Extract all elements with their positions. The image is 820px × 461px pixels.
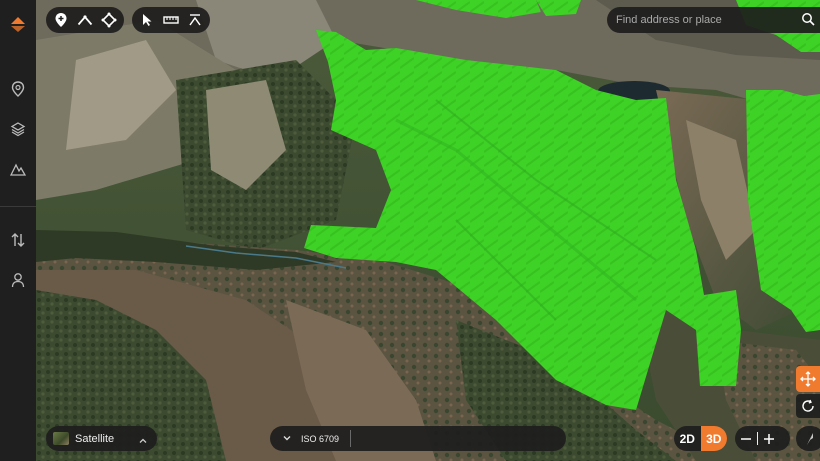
- view-mode-toggle: 2D 3D: [674, 426, 727, 451]
- terrain-icon[interactable]: [0, 155, 36, 183]
- location-pin-icon[interactable]: [0, 75, 36, 103]
- user-icon[interactable]: [0, 266, 36, 294]
- logo-icon[interactable]: [0, 10, 36, 38]
- search-input[interactable]: [616, 14, 796, 26]
- rotate-icon: [802, 399, 814, 412]
- view-2d-button[interactable]: 2D: [674, 426, 701, 451]
- chevron-down-icon[interactable]: [282, 430, 292, 448]
- pan-icon: [800, 371, 816, 387]
- layers-icon[interactable]: [0, 115, 36, 143]
- compass-icon: [807, 432, 813, 445]
- basemap-label: Satellite: [75, 432, 115, 445]
- pan-button[interactable]: [796, 366, 820, 392]
- sidebar: [0, 0, 36, 461]
- rotate-button[interactable]: [796, 394, 820, 418]
- elevation-profile-icon[interactable]: [183, 8, 207, 32]
- compass-button[interactable]: [796, 426, 820, 451]
- search-icon[interactable]: [801, 12, 815, 31]
- sidebar-divider: [0, 206, 36, 207]
- zoom-controls: [735, 426, 790, 451]
- draw-toolbar: [46, 7, 124, 33]
- basemap-thumbnail: [53, 432, 69, 445]
- map-view[interactable]: [36, 0, 820, 461]
- add-marker-icon[interactable]: [49, 8, 73, 32]
- transfer-icon[interactable]: [0, 226, 36, 254]
- draw-shape-icon[interactable]: [97, 8, 121, 32]
- chevron-up-icon: [138, 433, 148, 451]
- draw-line-icon[interactable]: [73, 8, 97, 32]
- layer-bar-divider: [350, 430, 352, 447]
- zoom-in-icon[interactable]: [758, 426, 780, 451]
- search-bar: [607, 7, 820, 33]
- basemap-selector[interactable]: Satellite: [46, 426, 157, 451]
- select-cursor-icon[interactable]: [135, 8, 159, 32]
- view-3d-button[interactable]: 3D: [700, 426, 727, 451]
- zoom-out-icon[interactable]: [735, 426, 757, 451]
- satellite-terrain: [36, 0, 820, 461]
- coordinate-format-label[interactable]: ISO 6709: [301, 434, 339, 444]
- tools-toolbar: [132, 7, 210, 33]
- active-layer-bar: ISO 6709: [270, 426, 566, 451]
- ruler-icon[interactable]: [159, 8, 183, 32]
